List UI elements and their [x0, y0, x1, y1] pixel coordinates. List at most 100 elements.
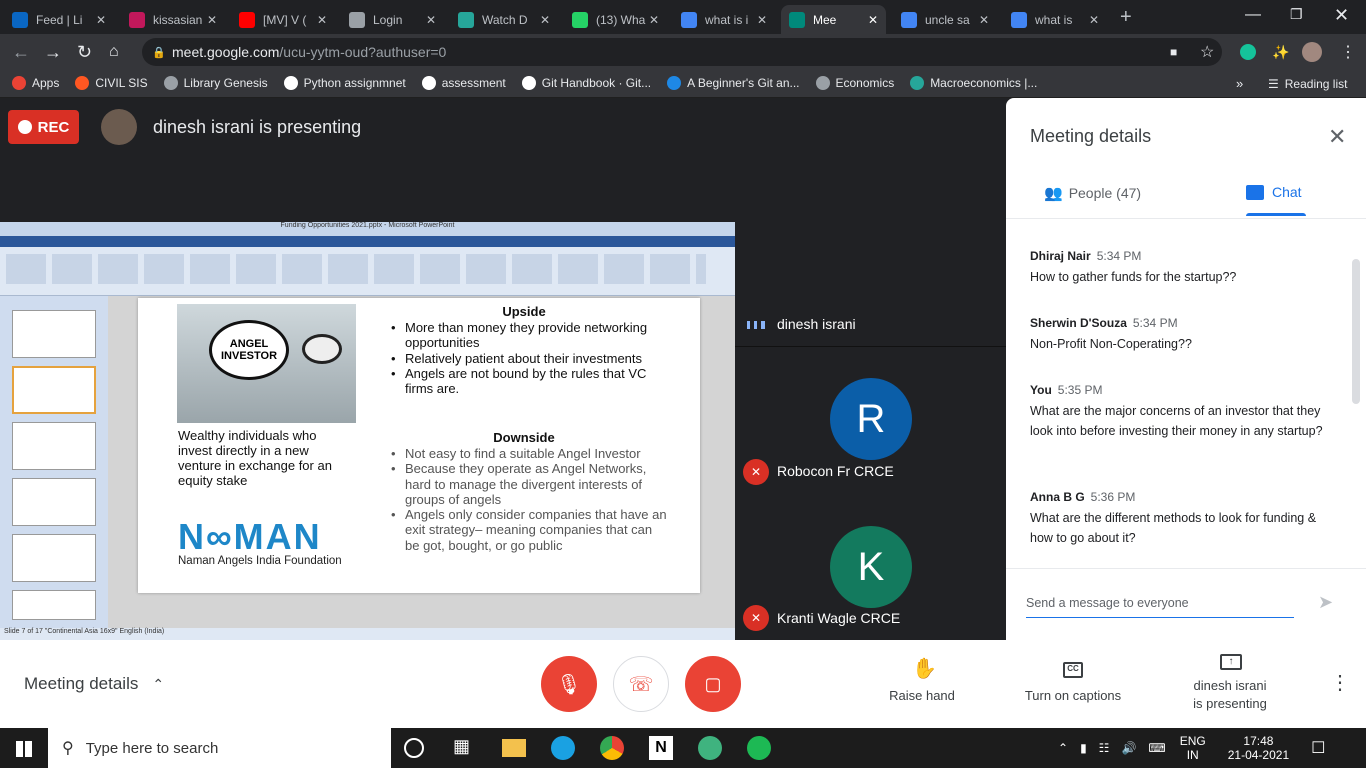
- slide-thumbnail[interactable]: [12, 534, 96, 582]
- cortana-icon[interactable]: [404, 738, 424, 758]
- chat-messages[interactable]: Dhiraj Nair 5:34 PM How to gather funds f…: [1006, 218, 1366, 568]
- bookmark-item[interactable]: Economics: [815, 76, 894, 90]
- tab-close-icon[interactable]: ✕: [96, 13, 106, 27]
- address-bar[interactable]: 🔒 meet.google.com/ucu-yytm-oud?authuser=…: [142, 38, 1222, 66]
- menu-icon[interactable]: ⋮: [1340, 42, 1356, 62]
- tab-close-icon[interactable]: ✕: [317, 13, 327, 27]
- more-bookmarks-icon[interactable]: »: [1236, 76, 1243, 91]
- bookmark-item[interactable]: Macroeconomics |...: [910, 76, 1037, 90]
- tab-title: uncle sa: [925, 12, 970, 27]
- task-view-icon[interactable]: ▦: [453, 736, 477, 760]
- taskbar-search[interactable]: ⚲ Type here to search: [48, 728, 391, 768]
- more-options-icon[interactable]: ⋮: [1330, 670, 1350, 695]
- notifications-icon[interactable]: ☐: [1311, 738, 1325, 758]
- tab-favicon-icon: [129, 11, 145, 28]
- browser-tab[interactable]: (13) Wha ✕: [564, 5, 667, 34]
- tab-close-icon[interactable]: ✕: [757, 13, 767, 27]
- tab-people[interactable]: 👥 People (47): [1044, 184, 1141, 202]
- home-icon[interactable]: ⌂: [109, 43, 119, 61]
- tab-close-icon[interactable]: ✕: [649, 13, 659, 27]
- slide-canvas: ANGEL INVESTOR Wealthy individuals who i…: [138, 298, 700, 593]
- star-icon[interactable]: ☆: [1200, 42, 1214, 62]
- window-minimize-button[interactable]: —: [1245, 6, 1261, 24]
- camera-toggle-button[interactable]: ▢: [685, 656, 741, 712]
- tab-chat[interactable]: Chat: [1246, 184, 1302, 200]
- raise-hand-button[interactable]: ✋ Raise hand: [880, 654, 964, 714]
- present-button[interactable]: ↑ dinesh israni is presenting: [1180, 650, 1280, 720]
- bookmark-item[interactable]: Git Handbook · Git...: [521, 76, 651, 90]
- naman-logo: N∞MAN: [178, 516, 322, 557]
- bookmark-item[interactable]: Library Genesis: [163, 76, 268, 90]
- notion-icon[interactable]: N: [649, 736, 673, 760]
- slide-thumbnail[interactable]: [12, 478, 96, 526]
- tab-close-icon[interactable]: ✕: [1089, 13, 1099, 27]
- atom-icon[interactable]: [698, 736, 722, 760]
- bookmark-item[interactable]: Apps: [12, 76, 59, 90]
- leave-call-button[interactable]: ☏: [613, 656, 669, 712]
- browser-tab[interactable]: what is ✕: [1003, 5, 1107, 34]
- slide-thumbnail[interactable]: [12, 590, 96, 620]
- bookmark-item[interactable]: A Beginner's Git an...: [667, 76, 800, 90]
- browser-tab[interactable]: Feed | Li ✕: [4, 5, 114, 34]
- volume-icon[interactable]: 🔊: [1121, 741, 1136, 755]
- reload-icon[interactable]: ↻: [77, 42, 92, 63]
- tab-close-icon[interactable]: ✕: [868, 13, 878, 27]
- edge-icon[interactable]: [551, 736, 575, 760]
- browser-tab[interactable]: what is i ✕: [673, 5, 775, 34]
- file-explorer-icon[interactable]: [502, 739, 526, 757]
- tab-close-icon[interactable]: ✕: [426, 13, 436, 27]
- profile-avatar[interactable]: [1302, 42, 1322, 62]
- send-icon[interactable]: ➤: [1318, 592, 1333, 613]
- browser-tab[interactable]: Watch D ✕: [450, 5, 558, 34]
- tray-overflow-icon[interactable]: ⌃: [1058, 741, 1068, 755]
- tab-favicon-icon: [239, 11, 255, 28]
- back-icon[interactable]: ←: [12, 42, 30, 63]
- browser-tab[interactable]: kissasian ✕: [121, 5, 225, 34]
- window-close-button[interactable]: ✕: [1334, 5, 1349, 26]
- participant-name: Kranti Wagle CRCE: [777, 610, 901, 626]
- grammarly-icon[interactable]: [1240, 44, 1256, 60]
- chat-message-input[interactable]: Send a message to everyone: [1026, 596, 1294, 618]
- language-indicator[interactable]: ENG IN: [1180, 734, 1206, 762]
- reading-list[interactable]: ☰ Reading list: [1268, 77, 1347, 91]
- chat-scrollbar[interactable]: [1352, 259, 1360, 404]
- tab-title: kissasian: [153, 12, 203, 27]
- mic-toggle-button[interactable]: 🎙: [541, 656, 597, 712]
- meeting-details-toggle[interactable]: Meeting details ⌃: [24, 674, 164, 694]
- tab-close-icon[interactable]: ✕: [979, 13, 989, 27]
- browser-tab[interactable]: Mee ✕: [781, 5, 886, 34]
- lock-icon: 🔒: [152, 46, 166, 59]
- slide-thumbnail[interactable]: [12, 310, 96, 358]
- captions-button[interactable]: CC Turn on captions: [1014, 654, 1132, 714]
- window-restore-button[interactable]: ❐: [1290, 6, 1303, 23]
- clock-date: 21-04-2021: [1227, 748, 1290, 762]
- forward-icon[interactable]: →: [44, 42, 62, 63]
- browser-tab[interactable]: uncle sa ✕: [893, 5, 997, 34]
- slide-thumbnail[interactable]: [12, 366, 96, 414]
- bookmark-item[interactable]: CIVIL SIS: [75, 76, 148, 90]
- tab-close-icon[interactable]: ✕: [207, 13, 217, 27]
- chat-message: Sherwin D'Souza 5:34 PM Non-Profit Non-Co…: [1030, 316, 1330, 354]
- keyboard-icon[interactable]: ⌨: [1148, 741, 1165, 755]
- clock[interactable]: 17:48 21-04-2021: [1228, 734, 1289, 762]
- mic-off-icon: ✕: [743, 605, 769, 631]
- browser-tab[interactable]: [MV] V (✕: [231, 5, 335, 34]
- new-tab-button[interactable]: +: [1120, 6, 1132, 29]
- extensions-icon[interactable]: ✨: [1272, 44, 1289, 61]
- bookmark-item[interactable]: Python assignmnet: [283, 76, 406, 90]
- present-label-line2: is presenting: [1193, 696, 1267, 711]
- chrome-icon[interactable]: [600, 736, 624, 760]
- windows-start-icon[interactable]: [16, 741, 32, 757]
- presenting-banner: dinesh israni is presenting: [153, 117, 362, 137]
- browser-tab[interactable]: Login ✕: [341, 5, 444, 34]
- camera-icon[interactable]: ■: [1170, 45, 1177, 59]
- tab-close-icon[interactable]: ✕: [540, 13, 550, 27]
- network-icon[interactable]: ☷: [1099, 741, 1110, 755]
- bookmark-item[interactable]: assessment: [421, 76, 506, 90]
- close-panel-icon[interactable]: ✕: [1328, 124, 1346, 150]
- spotify-icon[interactable]: [747, 736, 771, 760]
- tile-divider: [735, 346, 1006, 347]
- microphone-icon: ▮: [1080, 741, 1087, 755]
- tab-favicon-icon: [1011, 11, 1027, 28]
- slide-thumbnail[interactable]: [12, 422, 96, 470]
